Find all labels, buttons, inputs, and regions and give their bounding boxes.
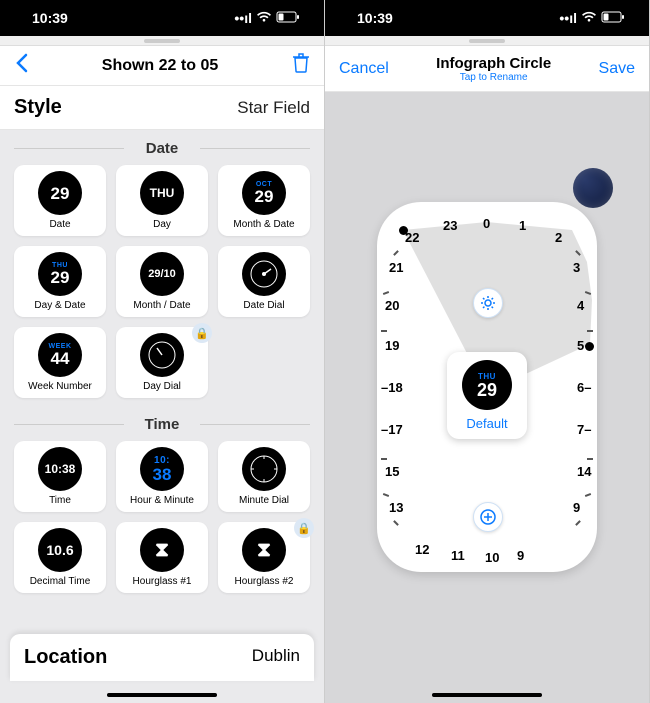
wifi-icon xyxy=(256,10,272,26)
hour-6-dash: 6– xyxy=(577,380,591,395)
phone-left: 10:39 ••ıl Shown 22 to 05 Style Star Fie… xyxy=(0,0,325,703)
card-hourglass-2[interactable]: 🔒⧗Hourglass #2 xyxy=(218,522,310,593)
status-bar: 10:39 ••ıl xyxy=(325,0,649,36)
location-label: Location xyxy=(24,646,107,669)
editor-title[interactable]: Infograph Circle Tap to Rename xyxy=(436,55,551,83)
location-row[interactable]: Location Dublin xyxy=(10,634,314,681)
battery-icon xyxy=(601,10,625,26)
hour-2: 2 xyxy=(555,230,562,245)
card-minute-dial[interactable]: Minute Dial xyxy=(218,441,310,512)
hour-16: 15 xyxy=(385,464,399,479)
range-start-handle[interactable] xyxy=(399,226,408,235)
center-main: 29 xyxy=(477,381,497,399)
card-date[interactable]: 29Date xyxy=(14,165,106,236)
style-value: Star Field xyxy=(237,98,310,118)
style-row[interactable]: Style Star Field xyxy=(0,86,324,130)
hour-7-dash: 7– xyxy=(577,422,591,437)
status-bar: 10:39 ••ıl xyxy=(0,0,324,36)
location-value: Dublin xyxy=(252,646,300,669)
card-date-dial[interactable]: Date Dial xyxy=(218,246,310,317)
lock-icon: 🔒 xyxy=(192,323,212,343)
hour-5: 5 xyxy=(577,338,584,353)
hour-9: 9 xyxy=(573,500,580,515)
hour-17-dash: –17 xyxy=(381,422,403,437)
scroll-area[interactable]: Date 29Date THUDay OCT29Month & Date THU… xyxy=(0,130,324,703)
hour-13: 11 xyxy=(451,548,465,563)
delete-button[interactable] xyxy=(292,53,310,78)
card-day-dial[interactable]: 🔒Day Dial xyxy=(116,327,208,398)
card-month-date[interactable]: OCT29Month & Date xyxy=(218,165,310,236)
card-week-number[interactable]: WEEK44Week Number xyxy=(14,327,106,398)
hour-11: 9 xyxy=(517,548,524,563)
hour-0: 0 xyxy=(483,216,490,231)
hour-3: 3 xyxy=(573,260,580,275)
wifi-icon xyxy=(581,10,597,26)
card-day[interactable]: THUDay xyxy=(116,165,208,236)
battery-icon xyxy=(276,10,300,26)
settings-button[interactable] xyxy=(473,288,503,318)
status-icons: ••ıl xyxy=(559,10,625,26)
center-complication[interactable]: THU 29 Default xyxy=(447,352,527,439)
home-indicator[interactable] xyxy=(432,693,542,697)
subtitle-text: Tap to Rename xyxy=(436,72,551,83)
watch-face[interactable]: 23 0 1 2 22 21 3 20 4 19 5 –18 6– –17 7–… xyxy=(377,202,597,572)
section-time-header: Time xyxy=(0,406,324,441)
hour-20: 20 xyxy=(385,298,399,313)
title-text: Infograph Circle xyxy=(436,55,551,72)
date-grid: 29Date THUDay OCT29Month & Date THU29Day… xyxy=(0,165,324,406)
status-time: 10:39 xyxy=(32,10,68,26)
cancel-button[interactable]: Cancel xyxy=(339,60,389,78)
card-hourglass-1[interactable]: ⧗Hourglass #1 xyxy=(116,522,208,593)
hour-8: 14 xyxy=(577,464,591,479)
page-title: Shown 22 to 05 xyxy=(102,57,218,75)
back-button[interactable] xyxy=(14,52,28,80)
phone-right: 10:39 ••ıl Cancel Infograph Circle Tap t… xyxy=(325,0,650,703)
card-time[interactable]: 10:38Time xyxy=(14,441,106,512)
save-button[interactable]: Save xyxy=(599,60,635,78)
hour-19: 19 xyxy=(385,338,399,353)
range-end-handle[interactable] xyxy=(585,342,594,351)
center-label: Default xyxy=(455,416,519,431)
card-month-slash-date[interactable]: 29/10Month / Date xyxy=(116,246,208,317)
hour-21: 21 xyxy=(389,260,403,275)
hour-18-dash: –18 xyxy=(381,380,403,395)
nav-bar: Cancel Infograph Circle Tap to Rename Sa… xyxy=(325,46,649,92)
hour-4: 4 xyxy=(577,298,584,313)
status-time: 10:39 xyxy=(357,10,393,26)
signal-icon: ••ıl xyxy=(234,10,252,26)
editor-canvas[interactable]: 23 0 1 2 22 21 3 20 4 19 5 –18 6– –17 7–… xyxy=(325,92,649,703)
hour-15: 13 xyxy=(389,500,403,515)
status-icons: ••ıl xyxy=(234,10,300,26)
card-day-date[interactable]: THU29Day & Date xyxy=(14,246,106,317)
time-grid: 10:38Time 10:38Hour & Minute Minute Dial… xyxy=(0,441,324,601)
signal-icon: ••ıl xyxy=(559,10,577,26)
style-label: Style xyxy=(14,96,62,119)
section-date-header: Date xyxy=(0,130,324,165)
card-decimal-time[interactable]: 10.6Decimal Time xyxy=(14,522,106,593)
card-hour-minute[interactable]: 10:38Hour & Minute xyxy=(116,441,208,512)
hour-23: 23 xyxy=(443,218,457,233)
hour-12: 10 xyxy=(485,550,499,565)
nav-bar: Shown 22 to 05 xyxy=(0,46,324,86)
lock-icon: 🔒 xyxy=(294,518,314,538)
hour-14: 12 xyxy=(415,542,429,557)
hour-1: 1 xyxy=(519,218,526,233)
add-button[interactable] xyxy=(473,502,503,532)
sheet-handle[interactable] xyxy=(0,36,324,46)
home-indicator[interactable] xyxy=(107,693,217,697)
sheet-handle[interactable] xyxy=(325,36,649,46)
